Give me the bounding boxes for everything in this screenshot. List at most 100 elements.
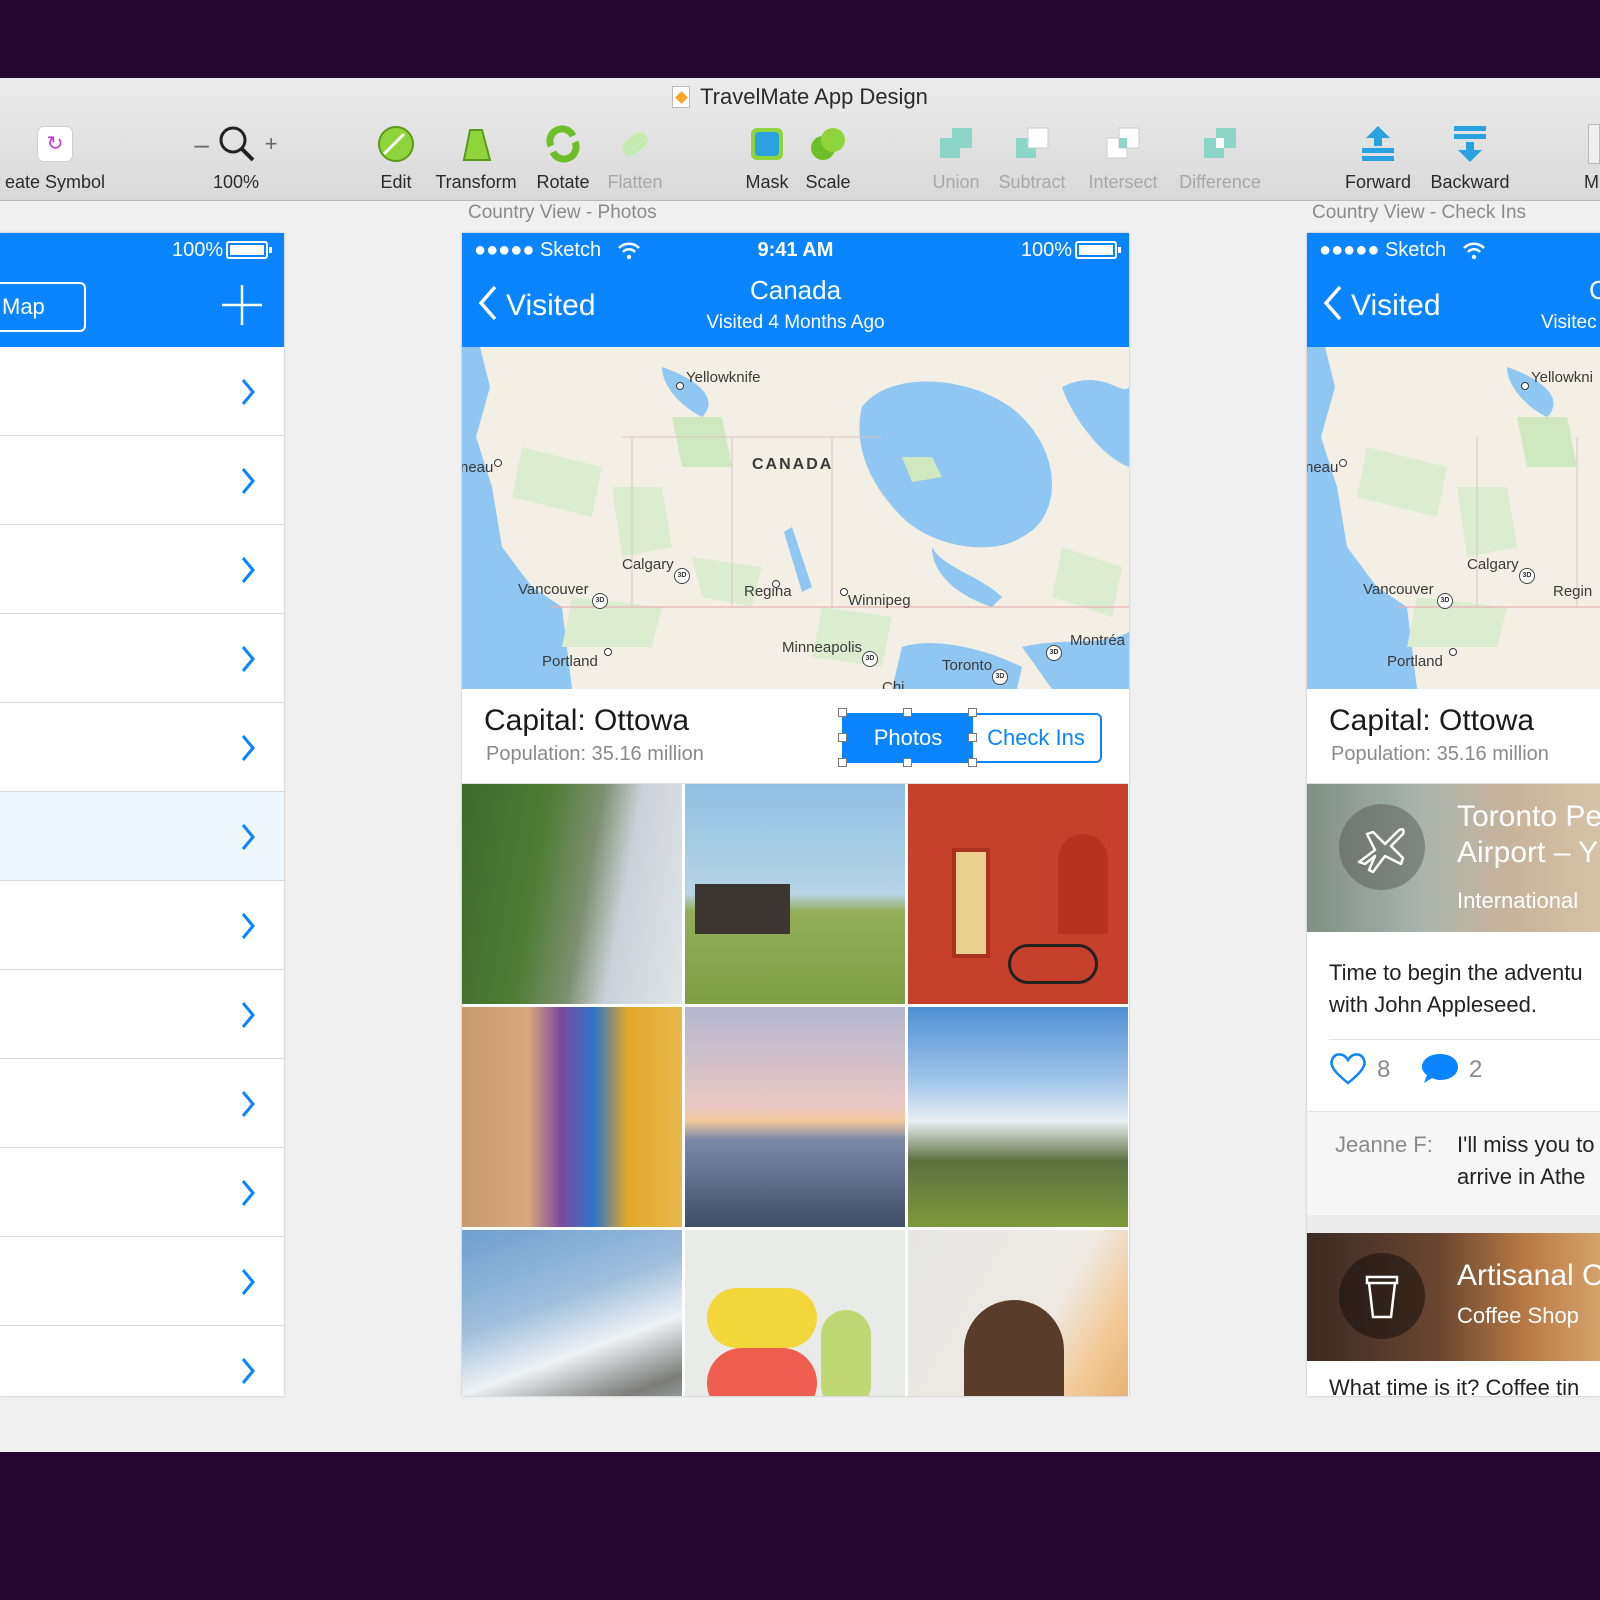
- list-item[interactable]: [0, 1059, 284, 1148]
- map-3d-badge[interactable]: 3D: [1046, 645, 1062, 661]
- map-city-dot: [676, 382, 684, 390]
- resize-handle[interactable]: [838, 708, 847, 717]
- list-item[interactable]: [0, 792, 284, 881]
- union-button[interactable]: Union: [928, 122, 984, 193]
- map-city-dot: [772, 580, 780, 588]
- photo-portrait[interactable]: [908, 1230, 1128, 1396]
- photo-alpine-snow[interactable]: [462, 1230, 682, 1396]
- subtract-button[interactable]: Subtract: [992, 122, 1072, 193]
- map-country-label: CANADA: [752, 456, 834, 473]
- back-button[interactable]: Visited: [1323, 285, 1441, 323]
- scale-icon: [811, 128, 845, 160]
- intersect-button[interactable]: Intersect: [1082, 122, 1164, 193]
- photo-macarons[interactable]: [685, 1230, 905, 1396]
- zoom-in-icon[interactable]: +: [265, 131, 278, 157]
- segment-check-ins[interactable]: Check Ins: [972, 715, 1100, 761]
- resize-handle[interactable]: [903, 758, 912, 767]
- list-item[interactable]: [0, 970, 284, 1059]
- edit-button[interactable]: Edit: [370, 122, 422, 193]
- map-3d-badge[interactable]: 3D: [862, 651, 878, 667]
- difference-button[interactable]: Difference: [1172, 122, 1268, 193]
- create-symbol-label: eate Symbol: [4, 172, 106, 192]
- plus-icon[interactable]: [222, 285, 262, 325]
- document-icon: [672, 86, 691, 108]
- magnifier-icon: [219, 126, 255, 162]
- more-button[interactable]: M: [1584, 122, 1600, 193]
- zoom-control[interactable]: – + 100%: [186, 122, 286, 193]
- resize-handle[interactable]: [968, 708, 977, 717]
- forward-button[interactable]: Forward: [1340, 122, 1416, 193]
- map-city-calgary: Calgary: [1467, 556, 1519, 573]
- map-3d-badge[interactable]: 3D: [674, 568, 690, 584]
- flatten-button[interactable]: Flatten: [604, 122, 666, 193]
- rotate-button[interactable]: Rotate: [533, 122, 593, 193]
- map-3d-badge[interactable]: 3D: [592, 593, 608, 609]
- scale-button[interactable]: Scale: [802, 122, 854, 193]
- resize-handle[interactable]: [968, 758, 977, 767]
- artboard-country-checkins[interactable]: ●●●●● Sketch Visited C Visitec Yellowkni: [1307, 233, 1600, 1396]
- comment-author: Jeanne F:: [1335, 1132, 1433, 1157]
- resize-handle[interactable]: [838, 758, 847, 767]
- card-body: Time to begin the adventu with John Appl…: [1329, 957, 1583, 1021]
- rotate-icon: [546, 125, 580, 163]
- list-item[interactable]: [0, 881, 284, 970]
- transform-button[interactable]: Transform: [430, 122, 522, 193]
- resize-handle[interactable]: [838, 733, 847, 742]
- map-city-dot: [1339, 459, 1347, 467]
- list-item[interactable]: [0, 703, 284, 792]
- map-city-juneau: neau: [462, 459, 494, 476]
- list-item[interactable]: [0, 1326, 284, 1396]
- photo-snowy-peaks[interactable]: [908, 1007, 1128, 1227]
- edit-icon: [378, 126, 414, 162]
- comment-button[interactable]: 2: [1421, 1051, 1482, 1085]
- photo-red-door[interactable]: [908, 784, 1128, 1004]
- intersect-label: Intersect: [1088, 172, 1158, 192]
- like-button[interactable]: 8: [1329, 1051, 1390, 1085]
- map-3d-badge[interactable]: 3D: [1437, 593, 1453, 609]
- artboard-country-photos[interactable]: ●●●●● Sketch 9:41 AM 100% Visited Canada…: [462, 233, 1129, 1396]
- photo-mural[interactable]: [462, 1007, 682, 1227]
- chevron-right-icon: [241, 824, 255, 850]
- country-map[interactable]: Yellowkni neau Calgary 3D Vancouver 3D R…: [1307, 347, 1600, 689]
- nav-title: C: [1589, 275, 1600, 305]
- create-symbol-button[interactable]: ↻ eate Symbol: [0, 122, 110, 193]
- backward-icon: [1454, 126, 1486, 162]
- comment-line2: arrive in Athe: [1457, 1164, 1586, 1189]
- comment-count: 2: [1469, 1056, 1483, 1083]
- coffee-cup-icon: [1339, 1253, 1425, 1339]
- union-icon: [940, 128, 972, 158]
- resize-handle[interactable]: [968, 733, 977, 742]
- list-item[interactable]: [0, 347, 284, 436]
- photo-coastline[interactable]: [462, 784, 682, 1004]
- list-item[interactable]: [0, 436, 284, 525]
- map-city-dot: [840, 588, 848, 596]
- map-3d-badge[interactable]: 3D: [1519, 568, 1535, 584]
- forward-icon: [1362, 126, 1394, 161]
- checkin-card-airport[interactable]: Toronto Pe Airport – Y International: [1307, 784, 1600, 932]
- list-item[interactable]: [0, 525, 284, 614]
- photo-barn[interactable]: [685, 784, 905, 1004]
- list-item[interactable]: [0, 614, 284, 703]
- country-map[interactable]: CANADA Yellowknife neau Calgary 3D Vanco…: [462, 347, 1129, 689]
- photo-sunset-mountains[interactable]: [685, 1007, 905, 1227]
- subtract-icon: [1016, 127, 1049, 158]
- nav-bar: 100% Map: [0, 233, 284, 347]
- list-item[interactable]: [0, 1237, 284, 1326]
- chevron-right-icon: [241, 1091, 255, 1117]
- map-button[interactable]: Map: [0, 282, 86, 332]
- list-item[interactable]: [0, 1148, 284, 1237]
- checkin-card-coffee[interactable]: Artisanal C Coffee Shop: [1307, 1233, 1600, 1361]
- backward-button[interactable]: Backward: [1426, 122, 1514, 193]
- map-city-yellowknife: Yellowknife: [686, 369, 761, 386]
- artboard-visited-list[interactable]: 100% Map: [0, 233, 284, 1396]
- union-label: Union: [932, 172, 980, 192]
- zoom-out-icon[interactable]: –: [194, 129, 208, 160]
- flatten-label: Flatten: [607, 172, 663, 192]
- resize-handle[interactable]: [903, 708, 912, 717]
- difference-icon: [1204, 128, 1236, 158]
- artboard-label-checkins[interactable]: Country View - Check Ins: [1312, 202, 1526, 224]
- map-graphic: [1307, 347, 1600, 689]
- mask-button[interactable]: Mask: [742, 122, 792, 193]
- artboard-label-photos[interactable]: Country View - Photos: [468, 202, 657, 224]
- map-3d-badge[interactable]: 3D: [992, 669, 1008, 685]
